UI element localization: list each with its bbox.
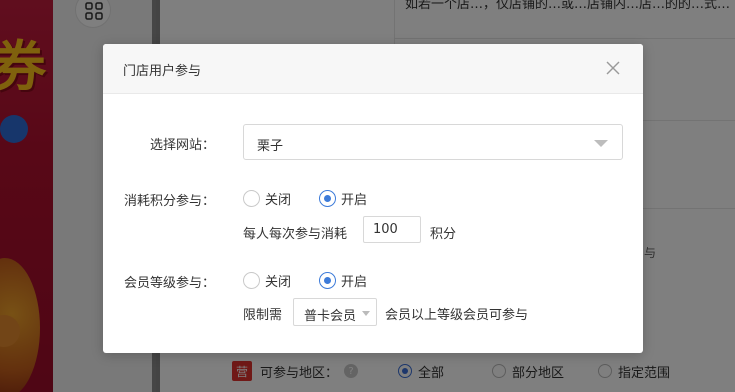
points-amount-input[interactable] (363, 216, 421, 243)
member-suffix: 会员以上等级会员可参与 (385, 308, 529, 323)
member-level-label: 会员等级参与： (123, 276, 215, 291)
store-user-participation-dialog: 门店用户参与 选择网站： 栗子 消耗积分参与： 关闭 开启 每人每次参与消耗 积… (103, 44, 643, 353)
points-option-on[interactable]: 开启 (319, 189, 367, 208)
member-level-value: 普卡会员 (304, 309, 357, 324)
site-select[interactable]: 栗子 (243, 124, 623, 160)
points-prefix: 每人每次参与消耗 (243, 227, 348, 242)
chevron-down-icon (362, 311, 370, 316)
dialog-header: 门店用户参与 (103, 44, 643, 94)
member-prefix: 限制需 (243, 308, 283, 323)
radio-checked-icon (319, 272, 336, 289)
site-label: 选择网站： (149, 138, 215, 153)
site-select-value: 栗子 (257, 139, 284, 154)
radio-checked-icon (319, 190, 336, 207)
chevron-down-icon (594, 140, 608, 147)
radio-icon (243, 272, 260, 289)
dialog-title: 门店用户参与 (123, 64, 202, 79)
radio-icon (243, 190, 260, 207)
member-option-on[interactable]: 开启 (319, 271, 367, 290)
points-suffix: 积分 (430, 227, 457, 242)
close-icon[interactable] (605, 60, 621, 76)
member-level-select[interactable]: 普卡会员 (293, 298, 377, 326)
points-label: 消耗积分参与： (123, 194, 215, 209)
member-option-off[interactable]: 关闭 (243, 271, 291, 290)
points-option-off[interactable]: 关闭 (243, 189, 291, 208)
